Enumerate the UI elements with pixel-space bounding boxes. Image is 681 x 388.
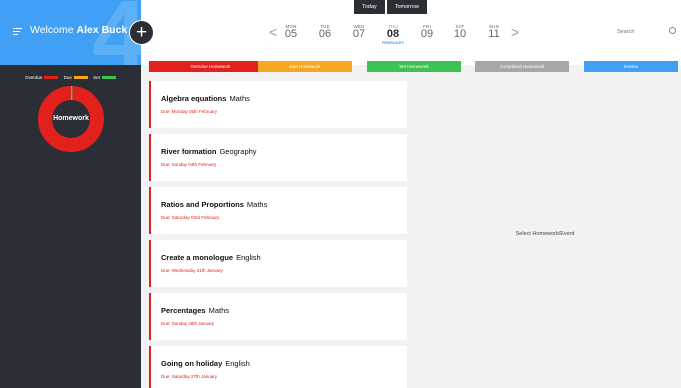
- homework-subject: Geography: [219, 147, 257, 156]
- homework-card[interactable]: Percentages Maths Due: Sunday 28th Januar…: [149, 293, 407, 340]
- tomorrow-button[interactable]: Tomorrow: [386, 0, 427, 14]
- homework-subject: Maths: [229, 94, 250, 103]
- day-tue[interactable]: TUE 06: [310, 24, 340, 40]
- filter-set-button[interactable]: Set Homework: [367, 61, 461, 72]
- day-sat[interactable]: SAT 10: [445, 24, 475, 40]
- search-input[interactable]: [617, 25, 667, 39]
- homework-card[interactable]: River formation Geography Due: Sunday 04t…: [149, 134, 407, 181]
- day-mon[interactable]: MON 05: [276, 24, 306, 40]
- homework-due-date: Due: Monday 05th February: [161, 109, 218, 114]
- homework-subject: English: [225, 359, 250, 368]
- filter-overdue-button[interactable]: Overdue Homework: [149, 61, 272, 72]
- homework-card[interactable]: Going on holiday English Due: Saturday 27…: [149, 346, 407, 388]
- next-week-button[interactable]: >: [511, 24, 519, 40]
- day-wed[interactable]: WED 07: [344, 24, 374, 40]
- homework-due-date: Due: Saturday 27th January: [161, 374, 218, 379]
- homework-due-date: Due: Saturday 03rd February: [161, 215, 220, 220]
- legend-set: Set: [93, 75, 116, 80]
- homework-title: Percentages: [161, 306, 206, 315]
- donut-set-segment: [71, 86, 73, 100]
- homework-subject: Maths: [246, 200, 268, 209]
- homework-card[interactable]: Ratios and Proportions Maths Due: Saturda…: [149, 187, 407, 234]
- filter-completed-button[interactable]: Completed Homework: [475, 61, 569, 72]
- homework-title: Algebra equations: [161, 94, 227, 103]
- legend-due: Due: [64, 75, 88, 80]
- donut-due-segment: [71, 86, 72, 100]
- filter-due-button[interactable]: Due Homework: [258, 61, 352, 72]
- donut-label: Homework: [53, 115, 89, 122]
- day-fri[interactable]: FRI 09: [412, 24, 442, 40]
- search-box: [617, 25, 677, 39]
- homework-due-date: Due: Sunday 04th February: [161, 162, 217, 167]
- top-bar: 4 Welcome Alex Buck + Today Tomorrow < M…: [0, 0, 681, 65]
- homework-subject: English: [236, 253, 261, 262]
- filter-events-button[interactable]: Events: [584, 61, 678, 72]
- homework-title: River formation: [161, 147, 217, 156]
- homework-title: Ratios and Proportions: [161, 200, 244, 209]
- homework-title: Going on holiday: [161, 359, 223, 368]
- quick-day-tabs: Today Tomorrow: [354, 0, 429, 14]
- detail-panel: Select Homework/Event: [413, 81, 677, 388]
- day-thu[interactable]: THU 08 FEBRUARY: [378, 24, 408, 45]
- legend-overdue: Overdue: [25, 75, 59, 80]
- homework-card[interactable]: Create a monologue English Due: Wednesday…: [149, 240, 407, 287]
- today-button[interactable]: Today: [354, 0, 385, 14]
- chart-legend: Overdue Due Set: [0, 75, 141, 80]
- homework-due-date: Due: Sunday 28th January: [161, 321, 215, 326]
- day-sun[interactable]: SUN 11: [479, 24, 509, 40]
- homework-card[interactable]: Algebra equations Maths Due: Monday 05th …: [149, 81, 407, 128]
- homework-due-date: Due: Wednesday 31th January: [161, 268, 223, 273]
- search-icon[interactable]: [669, 27, 676, 34]
- detail-placeholder: Select Homework/Event: [515, 231, 575, 237]
- homework-subject: Maths: [208, 306, 230, 315]
- homework-title: Create a monologue: [161, 253, 234, 262]
- sidebar: Overdue Due Set Homework: [0, 65, 141, 388]
- week-strip: MON 05 TUE 06 WED 07 THU 08 FEBRUARY FRI…: [0, 24, 681, 45]
